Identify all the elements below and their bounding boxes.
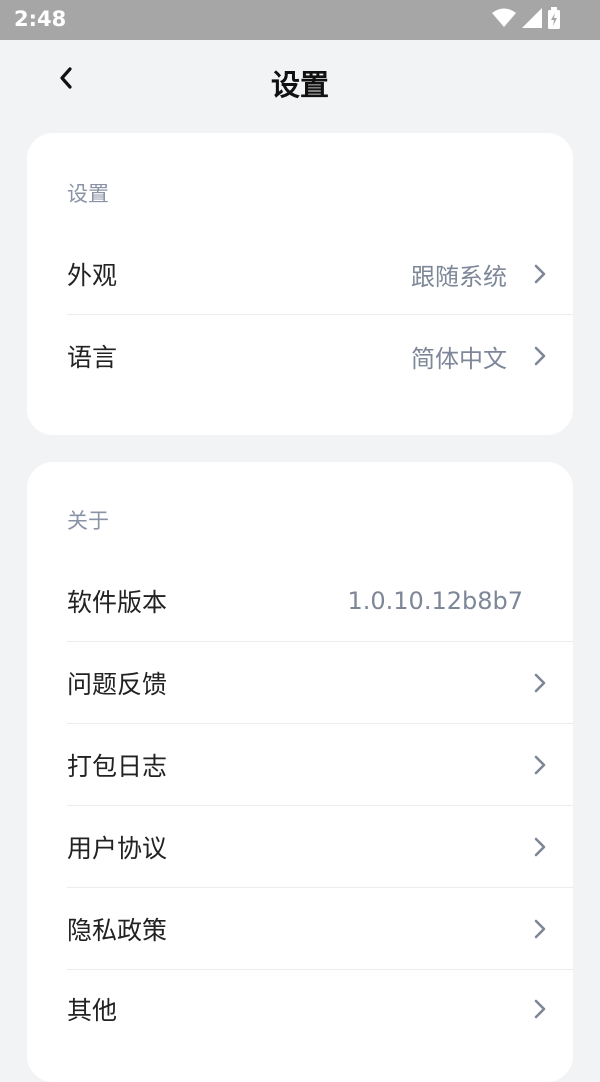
battery-icon (548, 7, 560, 29)
privacy-policy-row[interactable]: 隐私政策 (67, 888, 573, 970)
other-label: 其他 (67, 996, 118, 1025)
appearance-label: 外观 (67, 261, 118, 290)
user-agreement-label: 用户协议 (67, 834, 168, 863)
about-section-title: 关于 (67, 509, 109, 533)
appearance-row[interactable]: 外观 跟随系统 (67, 233, 573, 315)
version-label: 软件版本 (67, 588, 168, 617)
other-row[interactable]: 其他 (67, 968, 573, 1050)
user-agreement-row[interactable]: 用户协议 (67, 806, 573, 888)
wifi-icon (492, 8, 516, 28)
appearance-value: 跟随系统 (411, 262, 507, 291)
settings-section-title: 设置 (67, 182, 109, 206)
chevron-right-icon (529, 995, 551, 1023)
chevron-right-icon (529, 833, 551, 861)
status-time: 2:48 (14, 7, 67, 31)
build-log-label: 打包日志 (67, 752, 168, 781)
app-header: 设置 (0, 40, 600, 120)
chevron-right-icon (529, 260, 551, 288)
privacy-policy-label: 隐私政策 (67, 916, 168, 945)
chevron-right-icon (529, 915, 551, 943)
version-row: 软件版本 1.0.10.12b8b7 (67, 560, 573, 642)
language-row[interactable]: 语言 简体中文 (67, 315, 573, 397)
language-label: 语言 (67, 343, 118, 372)
status-bar: 2:48 (0, 0, 600, 40)
feedback-label: 问题反馈 (67, 670, 168, 699)
status-icons (492, 7, 560, 29)
language-value: 简体中文 (411, 344, 507, 373)
chevron-right-icon (529, 669, 551, 697)
page-title: 设置 (270, 68, 329, 102)
feedback-row[interactable]: 问题反馈 (67, 642, 573, 724)
build-log-row[interactable]: 打包日志 (67, 724, 573, 806)
chevron-right-icon (529, 751, 551, 779)
about-card: 关于 软件版本 1.0.10.12b8b7 问题反馈 打包日志 用户协议 隐私政… (27, 462, 573, 1082)
version-value: 1.0.10.12b8b7 (347, 587, 523, 615)
settings-card: 设置 外观 跟随系统 语言 简体中文 (27, 133, 573, 435)
signal-icon (522, 8, 542, 28)
chevron-right-icon (529, 342, 551, 370)
